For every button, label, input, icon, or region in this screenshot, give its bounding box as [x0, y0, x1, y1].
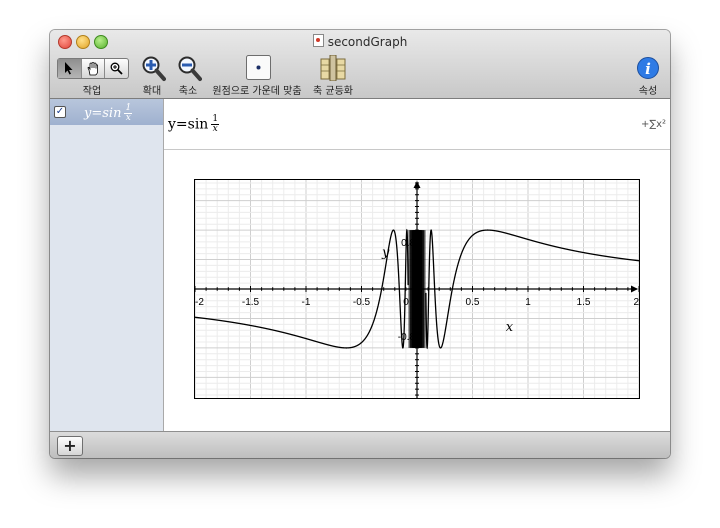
window-title: secondGraph — [50, 34, 670, 49]
zoom-in-icon[interactable] — [142, 56, 166, 82]
add-equation-button[interactable]: + — [57, 436, 83, 456]
x-tick-label: 1.5 — [577, 297, 591, 308]
arrow-tool-button[interactable] — [58, 59, 82, 78]
oscillation-band — [415, 230, 419, 348]
equalize-axes-label: 축 균등화 — [313, 86, 353, 97]
info-icon[interactable]: i — [637, 57, 659, 79]
equation-visibility-checkbox[interactable]: ✓ — [54, 106, 66, 118]
x-tick-label: -1 — [302, 297, 311, 308]
x-tick-label: -2 — [195, 297, 204, 308]
sidebar-equation-text: y=sin — [84, 106, 122, 121]
graph-area: y=sin 1 x +∑x² -2 -1.5 -1 -0.5 0 0.5 1 1.5 2 0.8 -0.… — [164, 99, 670, 431]
sidebar-frac-den: x — [125, 113, 131, 123]
x-tick-label: 0.5 — [466, 297, 480, 308]
svg-text:i: i — [645, 60, 651, 78]
info-label: 속성 — [638, 86, 658, 97]
sidebar-equation: y=sin 1 x — [84, 104, 133, 123]
zoom-in-label: 확대 — [142, 86, 162, 97]
document-icon — [312, 34, 324, 47]
equalize-axes-icon[interactable] — [320, 55, 346, 81]
x-tick-label: 0 — [403, 297, 409, 308]
equation-editor[interactable]: y=sin 1 x +∑x² — [164, 99, 670, 150]
center-origin-icon[interactable] — [246, 55, 271, 80]
toolbar: secondGraph 작업 확대 축소 원점으로 가운데 맞춤 축 균등화 i… — [50, 30, 670, 99]
center-origin-label: 원점으로 가운데 맞춤 — [212, 86, 302, 97]
zoom-out-icon[interactable] — [178, 56, 202, 82]
x-tick-label: 1 — [525, 297, 531, 308]
graph-plot[interactable]: -2 -1.5 -1 -0.5 0 0.5 1 1.5 2 0.8 -0.8 x y — [194, 179, 640, 399]
hand-icon — [87, 61, 98, 75]
bottom-bar: + — [50, 431, 670, 458]
tools-label: 작업 — [82, 86, 102, 97]
hand-tool-button[interactable] — [82, 59, 106, 78]
tool-selector — [57, 58, 129, 79]
chart-svg: -2 -1.5 -1 -0.5 0 0.5 1 1.5 20.8-0.8xy — [195, 180, 639, 398]
x-tick-label: -0.5 — [353, 297, 371, 308]
x-axis-label: x — [506, 320, 514, 335]
sigma-icon[interactable]: +∑x² — [641, 119, 666, 130]
equation-input[interactable]: y=sin 1 x — [168, 115, 220, 134]
magnifier-plus-icon — [110, 62, 123, 75]
x-tick-label: 2 — [633, 297, 639, 308]
equation-sidebar: ✓ y=sin 1 x — [50, 99, 164, 431]
window-title-text: secondGraph — [327, 35, 408, 49]
equation-list-item[interactable]: ✓ y=sin 1 x — [50, 99, 163, 125]
equation-frac-den: x — [212, 124, 218, 134]
app-window: secondGraph 작업 확대 축소 원점으로 가운데 맞춤 축 균등화 i… — [50, 30, 670, 458]
y-axis-arrow — [413, 181, 421, 188]
zoom-out-label: 축소 — [178, 86, 198, 97]
x-tick-label: -1.5 — [242, 297, 260, 308]
equation-lhs: y=sin — [168, 116, 209, 133]
magnify-tool-button[interactable] — [105, 59, 128, 78]
x-axis-arrow — [631, 285, 638, 293]
arrow-pointer-icon — [65, 62, 73, 75]
